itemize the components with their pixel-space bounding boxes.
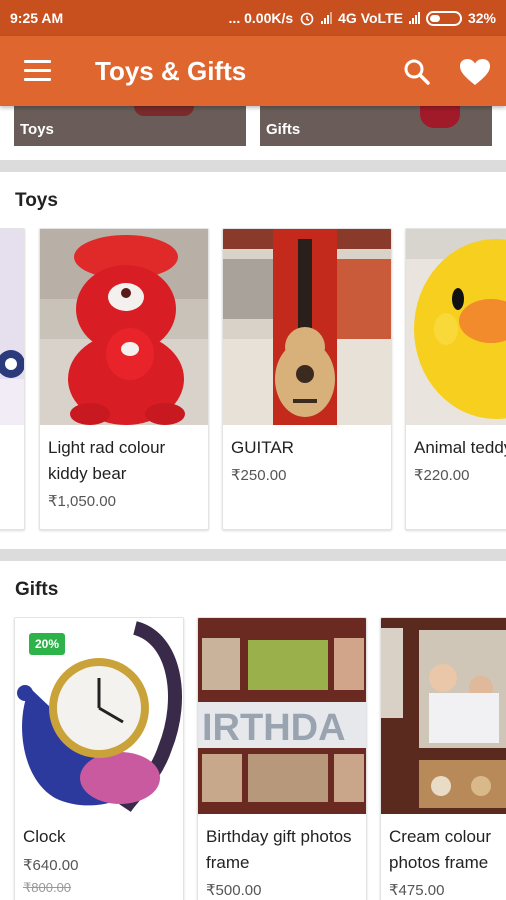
heart-icon[interactable] bbox=[459, 58, 491, 86]
banner-toys[interactable]: Toys bbox=[14, 106, 246, 146]
product-name: Light rad colour kiddy bear bbox=[48, 438, 166, 483]
product-card[interactable]: GUITAR ₹250.00 bbox=[222, 228, 392, 530]
product-image: IRTHDA bbox=[198, 618, 366, 814]
app-bar: Toys & Gifts bbox=[0, 36, 506, 106]
product-image bbox=[223, 229, 391, 425]
product-price: ₹1,050.00 bbox=[48, 493, 116, 510]
product-old-price: ₹800.00 bbox=[23, 880, 72, 895]
toys-product-row: Light rad colour kiddy bear ₹1,050.00 GU… bbox=[0, 228, 506, 533]
product-image bbox=[381, 618, 506, 814]
alarm-icon bbox=[300, 12, 314, 26]
product-card[interactable]: Animal teddy ₹220.00 bbox=[405, 228, 506, 530]
product-card[interactable]: IRTHDA Birthday gift photos frame ₹500.0… bbox=[197, 617, 367, 900]
banner-gifts[interactable]: Gifts bbox=[260, 106, 492, 146]
network-speed: ... 0.00K/s bbox=[228, 10, 294, 26]
signal-icon bbox=[321, 12, 333, 24]
product-price: ₹640.00 bbox=[23, 857, 79, 874]
product-price: ₹220.00 bbox=[414, 467, 470, 484]
product-image bbox=[406, 229, 506, 425]
discount-badge: 20% bbox=[29, 633, 66, 655]
product-image bbox=[40, 229, 208, 425]
signal-icon-2 bbox=[408, 12, 420, 24]
product-name: GUITAR bbox=[231, 438, 294, 457]
product-name: Cream colour photos frame bbox=[389, 827, 492, 872]
status-bar: 9:25 AM ... 0.00K/s 4G VoLTE 32% bbox=[0, 0, 506, 36]
product-price: ₹250.00 bbox=[231, 467, 287, 484]
battery-level: 32% bbox=[467, 10, 496, 26]
product-card[interactable]: Cream colour photos frame ₹475.00 bbox=[380, 617, 506, 900]
banner-label: Toys bbox=[20, 121, 54, 138]
status-icons: ... 0.00K/s 4G VoLTE 32% bbox=[229, 10, 496, 26]
section-title-toys: Toys bbox=[15, 190, 58, 211]
product-name: Birthday gift photos frame bbox=[206, 827, 352, 872]
product-card[interactable]: 20% Clock ₹640.00 ₹800.00 bbox=[14, 617, 184, 900]
product-card[interactable]: Light rad colour kiddy bear ₹1,050.00 bbox=[39, 228, 209, 530]
product-name: Animal teddy bbox=[414, 438, 506, 457]
page-title: Toys & Gifts bbox=[95, 56, 247, 86]
product-card[interactable] bbox=[0, 228, 25, 530]
menu-icon[interactable] bbox=[24, 60, 51, 81]
product-price: ₹475.00 bbox=[389, 882, 445, 899]
gifts-product-row: 20% Clock ₹640.00 ₹800.00 IRTHDA Birthda… bbox=[0, 617, 506, 900]
section-title-gifts: Gifts bbox=[15, 579, 59, 600]
product-name: Clock bbox=[23, 827, 66, 846]
search-icon[interactable] bbox=[403, 58, 431, 86]
banner-label: Gifts bbox=[266, 121, 301, 138]
network-type: 4G VoLTE bbox=[338, 10, 403, 26]
category-banners: Toys Gifts bbox=[0, 106, 506, 146]
battery-icon bbox=[425, 10, 462, 26]
section-divider bbox=[0, 160, 506, 172]
svg-text:IRTHDA: IRTHDA bbox=[202, 707, 346, 749]
product-image bbox=[0, 229, 24, 425]
section-divider bbox=[0, 549, 506, 561]
status-time: 9:25 AM bbox=[10, 10, 64, 26]
product-price: ₹500.00 bbox=[206, 882, 262, 899]
